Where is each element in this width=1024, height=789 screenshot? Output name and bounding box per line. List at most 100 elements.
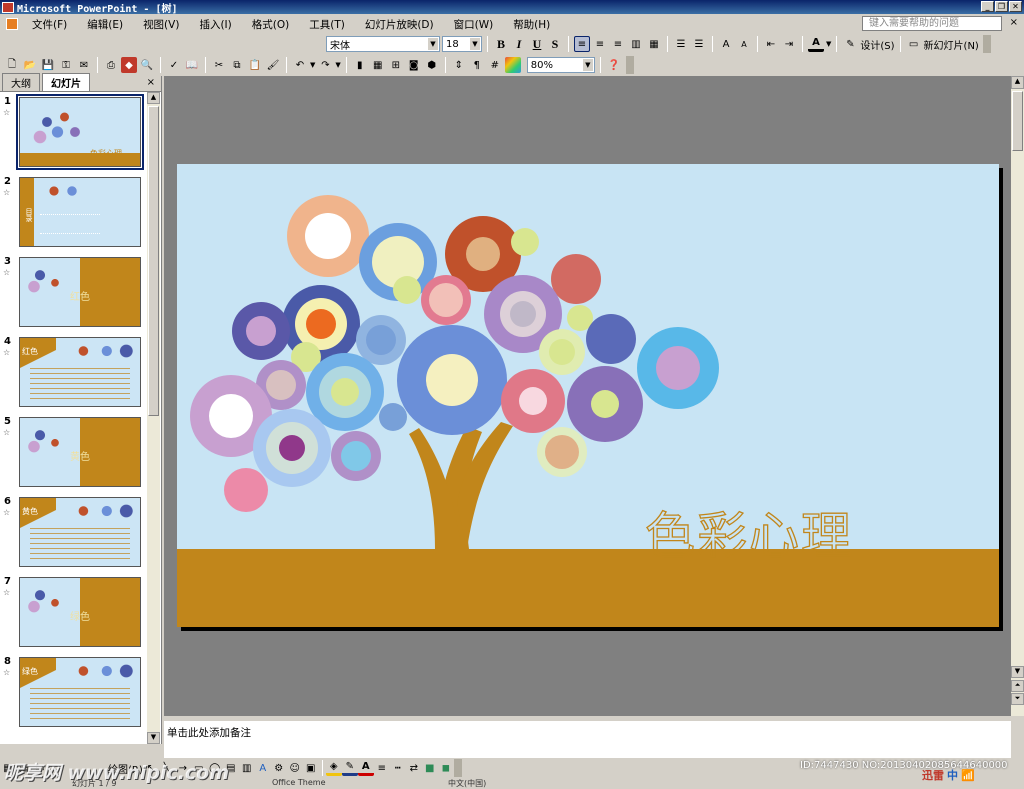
bullets-icon[interactable]: ☰: [691, 36, 707, 52]
scroll-down-icon[interactable]: ▼: [147, 732, 160, 744]
vertical-textbox-icon[interactable]: ▥: [239, 760, 255, 776]
menu-format[interactable]: 格式(O): [242, 17, 299, 32]
font-select[interactable]: 宋体 ▼: [326, 36, 440, 52]
menu-file[interactable]: 文件(F): [22, 17, 77, 32]
slide-thumbnail[interactable]: 绿色: [19, 657, 141, 727]
bold-button[interactable]: B: [493, 36, 509, 52]
wordart-icon[interactable]: A: [255, 760, 271, 776]
fill-color-icon[interactable]: ◈: [325, 760, 342, 776]
line-color-icon[interactable]: ✎: [341, 760, 358, 776]
notes-pane[interactable]: 单击此处添加备注: [164, 718, 1011, 758]
design-button[interactable]: 设计(S): [860, 37, 894, 52]
slide-thumbnail[interactable]: 红色: [19, 337, 141, 407]
numbering-icon[interactable]: ☰: [673, 36, 689, 52]
decrease-indent-icon[interactable]: ⇤: [763, 36, 779, 52]
columns-icon[interactable]: ▦: [646, 36, 662, 52]
chevron-down-icon[interactable]: ▼: [310, 61, 315, 69]
panel-scrollbar[interactable]: ▲ ▼: [147, 92, 160, 744]
tab-outline[interactable]: 大纲: [2, 73, 40, 91]
previous-slide-icon[interactable]: ⏶: [1011, 680, 1024, 692]
restore-button[interactable]: ❐: [995, 1, 1008, 12]
font-color-icon[interactable]: A: [357, 760, 374, 776]
font-color-icon[interactable]: A: [808, 36, 824, 52]
slide-thumbnail[interactable]: 黄色: [19, 417, 141, 487]
scroll-down-icon[interactable]: ▼: [1011, 666, 1024, 678]
email-icon[interactable]: ✉: [76, 57, 92, 73]
minimize-button[interactable]: _: [981, 1, 994, 12]
canvas-scrollbar[interactable]: ▲ ▼ ⏶ ⏷: [1011, 76, 1024, 716]
menu-insert[interactable]: 插入(I): [189, 17, 241, 32]
new-document-icon[interactable]: 🗋: [4, 57, 20, 73]
distribute-icon[interactable]: ▥: [628, 36, 644, 52]
expand-all-icon[interactable]: ⇕: [451, 57, 467, 73]
slide-thumbnail[interactable]: 色彩心理: [16, 94, 144, 170]
help-icon[interactable]: ❓: [606, 57, 622, 73]
paste-icon[interactable]: 📋: [247, 57, 263, 73]
clipart-icon[interactable]: ☺: [287, 760, 303, 776]
shadow-button[interactable]: S: [547, 36, 563, 52]
scroll-up-icon[interactable]: ▲: [147, 92, 160, 104]
menu-tools[interactable]: 工具(T): [299, 17, 355, 32]
chevron-down-icon[interactable]: ▼: [826, 40, 831, 48]
copy-icon[interactable]: ⧉: [229, 57, 245, 73]
menu-window[interactable]: 窗口(W): [444, 17, 504, 32]
insert-chart-icon[interactable]: ▮: [352, 57, 368, 73]
slide-title[interactable]: 色彩心理: [644, 506, 853, 565]
slide-thumbnail[interactable]: 绿色: [19, 577, 141, 647]
tables-borders-icon[interactable]: ⊞: [388, 57, 404, 73]
diagram-icon[interactable]: ⚙: [271, 760, 287, 776]
slide-thumbnail[interactable]: 黄色: [19, 497, 141, 567]
permission-icon[interactable]: ⚿: [58, 57, 74, 73]
underline-button[interactable]: U: [529, 36, 545, 52]
chevron-down-icon[interactable]: ▼: [335, 61, 340, 69]
insert-picture-icon[interactable]: ◙: [406, 57, 422, 73]
scroll-thumb[interactable]: [1012, 91, 1023, 151]
menu-slideshow[interactable]: 幻灯片放映(D): [355, 17, 444, 32]
color-grayscale-icon[interactable]: [504, 57, 521, 73]
tab-slides[interactable]: 幻灯片: [42, 73, 90, 91]
slide-thumbnail[interactable]: 目录: [19, 177, 141, 247]
scroll-thumb[interactable]: [148, 106, 159, 416]
close-button[interactable]: ✕: [1009, 1, 1022, 12]
increase-font-icon[interactable]: A: [718, 36, 734, 52]
research-icon[interactable]: 📖: [184, 57, 200, 73]
save-icon[interactable]: 💾: [40, 57, 56, 73]
align-right-icon[interactable]: ≡: [610, 36, 626, 52]
next-slide-icon[interactable]: ⏷: [1011, 693, 1024, 705]
insert-table-icon[interactable]: ▦: [370, 57, 386, 73]
dash-style-icon[interactable]: ┅: [390, 760, 406, 776]
line-style-icon[interactable]: ≡: [374, 760, 390, 776]
open-folder-icon[interactable]: 📂: [22, 57, 38, 73]
show-formatting-icon[interactable]: ¶: [469, 57, 485, 73]
align-center-icon[interactable]: ≡: [592, 36, 608, 52]
undo-icon[interactable]: ↶: [292, 57, 308, 73]
slide-thumbnail[interactable]: 红色: [19, 257, 141, 327]
arrow-style-icon[interactable]: ⇄: [406, 760, 422, 776]
ime-language[interactable]: 中: [947, 767, 958, 783]
close-document-button[interactable]: ×: [1010, 17, 1018, 28]
new-slide-button[interactable]: 新幻灯片(N): [924, 37, 979, 52]
cut-icon[interactable]: ✂: [211, 57, 227, 73]
font-size-select[interactable]: 18 ▼: [442, 36, 482, 52]
scroll-up-icon[interactable]: ▲: [1011, 76, 1024, 89]
redo-icon[interactable]: ↷: [317, 57, 333, 73]
picture-icon[interactable]: ▣: [303, 760, 319, 776]
pdf-icon[interactable]: ◆: [121, 57, 137, 73]
toolbar-options-handle[interactable]: [625, 56, 634, 74]
help-search-input[interactable]: 键入需要帮助的问题: [862, 16, 1002, 31]
print-icon[interactable]: ⎙: [103, 57, 119, 73]
toolbar-options-handle[interactable]: [453, 759, 462, 777]
print-preview-icon[interactable]: 🔍: [139, 57, 155, 73]
ime-brand[interactable]: 迅雷: [922, 767, 944, 783]
zoom-select[interactable]: 80% ▼: [526, 57, 595, 73]
show-grid-icon[interactable]: #: [487, 57, 503, 73]
decrease-font-icon[interactable]: A: [736, 36, 752, 52]
toolbar-options-handle[interactable]: [982, 35, 991, 53]
align-left-icon[interactable]: ≡: [574, 36, 590, 52]
spelling-icon[interactable]: ✓: [166, 57, 182, 73]
menu-view[interactable]: 视图(V): [133, 17, 189, 32]
menu-help[interactable]: 帮助(H): [503, 17, 560, 32]
menu-edit[interactable]: 编辑(E): [77, 17, 133, 32]
increase-indent-icon[interactable]: ⇥: [781, 36, 797, 52]
insert-diagram-icon[interactable]: ⬢: [424, 57, 440, 73]
